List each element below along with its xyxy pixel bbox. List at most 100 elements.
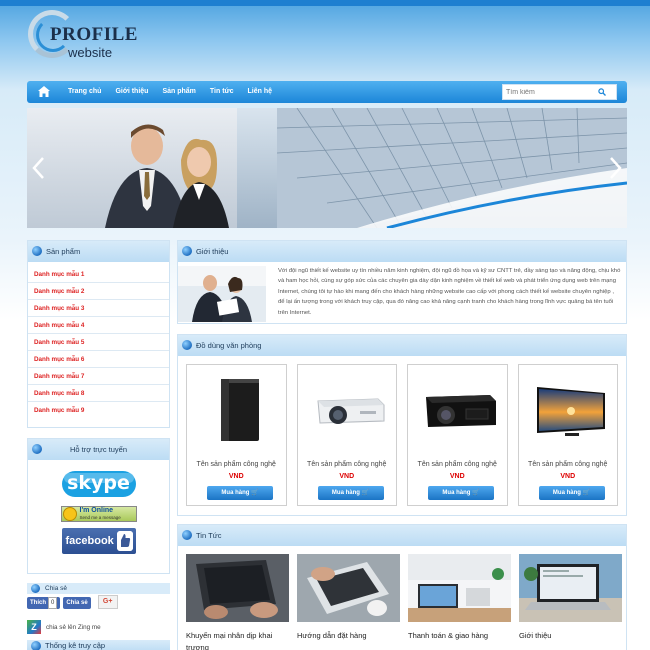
nav-item-about[interactable]: Giới thiệu (108, 81, 155, 103)
thumbs-up-icon (116, 531, 133, 551)
category-list: Danh mục mẫu 1 Danh mục mẫu 2 Danh mục m… (28, 262, 169, 419)
slider-prev-arrow[interactable] (31, 156, 47, 180)
buy-label: Mua hàng (552, 490, 581, 496)
globe-icon (182, 530, 192, 540)
category-item[interactable]: Danh mục mẫu 8 (28, 385, 169, 402)
zing-icon: Z (27, 620, 41, 634)
product-card[interactable]: Tên sản phẩm công nghệ VND Mua hàng 🛒 (517, 364, 618, 506)
facebook-like-button[interactable]: Thích 0 (27, 597, 61, 609)
search-input[interactable] (503, 85, 593, 99)
nav-item-contact[interactable]: Liên hệ (241, 81, 280, 103)
category-item[interactable]: Danh mục mẫu 1 (28, 266, 169, 283)
nav-item-home[interactable]: Trang chủ (61, 81, 108, 103)
hero-banner (27, 108, 627, 228)
smiley-icon (62, 507, 77, 521)
building-graphic (237, 108, 627, 228)
cart-icon: 🛒 (582, 490, 591, 496)
intro-header: Giới thiệu (178, 241, 626, 262)
intro-text: Với đội ngũ thiết kế website uy tín nhiề… (278, 268, 621, 316)
product-name[interactable]: Tên sản phẩm công nghệ (187, 461, 286, 468)
globe-icon (31, 584, 40, 593)
zing-label: chia sẻ lên Zing me (46, 623, 101, 631)
yahoo-online-button[interactable]: I'm Online Send me a message (60, 506, 137, 522)
product-price: VND (449, 473, 465, 480)
category-item[interactable]: Danh mục mẫu 9 (28, 402, 169, 419)
category-item[interactable]: Danh mục mẫu 4 (28, 317, 169, 334)
tv-icon (536, 387, 605, 436)
category-item[interactable]: Danh mục mẫu 5 (28, 334, 169, 351)
main-nav: Trang chủ Giới thiệu Sản phẩm Tin tức Li… (27, 81, 627, 103)
stats-header: Thống kê truy cập (27, 640, 170, 650)
globe-icon (182, 340, 192, 350)
products-box: Đồ dùng văn phòng Tên sản phẩm công nghệ… (177, 334, 627, 516)
news-item[interactable]: Thanh toán & giao hàng (408, 554, 511, 650)
sidebar-support-header: Hỗ trợ trực tuyến (28, 439, 169, 460)
skype-label: skype (67, 472, 130, 494)
facebook-share-button[interactable]: Chia sẻ (63, 597, 91, 609)
news-item[interactable]: Giới thiệu (519, 554, 622, 650)
search-box (502, 84, 617, 100)
home-icon[interactable] (38, 86, 50, 97)
product-card[interactable]: Tên sản phẩm công nghệ VND Mua hàng 🛒 (186, 364, 287, 506)
intro-image (178, 266, 266, 322)
news-image (519, 554, 622, 622)
buy-label: Mua hàng (331, 490, 360, 496)
top-strip (0, 0, 650, 6)
search-icon[interactable] (598, 88, 606, 96)
product-price: VND (339, 473, 355, 480)
news-title-link[interactable]: Thanh toán & giao hàng (408, 630, 511, 642)
product-name[interactable]: Tên sản phẩm công nghệ (519, 461, 618, 468)
news-image (186, 554, 289, 622)
news-item[interactable]: Hướng dẫn đặt hàng (297, 554, 400, 650)
product-name[interactable]: Tên sản phẩm công nghệ (298, 461, 397, 468)
intro-body: Với đội ngũ thiết kế website uy tín nhiề… (178, 262, 626, 326)
projector-black-icon (426, 395, 496, 427)
logo-text-website: website (68, 45, 113, 60)
zing-share[interactable]: Z chia sẻ lên Zing me (27, 620, 101, 634)
buy-button[interactable]: Mua hàng 🛒 (538, 486, 605, 500)
slider-next-arrow[interactable] (607, 156, 623, 180)
category-item[interactable]: Danh mục mẫu 6 (28, 351, 169, 368)
globe-icon (31, 641, 41, 650)
news-title-link[interactable]: Giới thiệu (519, 630, 622, 642)
products-title: Đồ dùng văn phòng (196, 341, 262, 350)
like-label: Thích (30, 600, 46, 606)
like-count: 0 (48, 597, 58, 609)
google-plus-button[interactable]: G+ (97, 595, 118, 609)
intro-box: Giới thiệu Với đội ngũ thiết kế website … (177, 240, 627, 324)
news-header: Tin Tức (178, 525, 626, 546)
product-card[interactable]: Tên sản phẩm công nghệ VND Mua hàng 🛒 (296, 364, 397, 506)
news-list: Khuyến mại nhân dịp khai trương Hướng dẫ… (178, 546, 626, 650)
product-price: VND (228, 473, 244, 480)
nav-item-products[interactable]: Sản phẩm (155, 81, 202, 103)
news-title-link[interactable]: Khuyến mại nhân dịp khai trương (186, 630, 289, 650)
facebook-button[interactable]: facebook (61, 528, 136, 554)
product-card[interactable]: Tên sản phẩm công nghệ VND Mua hàng 🛒 (407, 364, 508, 506)
buy-button[interactable]: Mua hàng 🛒 (428, 486, 494, 500)
projector-icon (316, 398, 384, 424)
buy-button[interactable]: Mua hàng 🛒 (317, 486, 384, 500)
site-logo[interactable]: PROFILE website (28, 10, 148, 62)
share-header: Chia sẻ (27, 583, 170, 594)
news-item[interactable]: Khuyến mại nhân dịp khai trương (186, 554, 289, 650)
intro-title: Giới thiệu (196, 247, 229, 256)
skype-button[interactable]: skype (61, 468, 137, 500)
speaker-icon (221, 379, 259, 441)
nav-items: Trang chủ Giới thiệu Sản phẩm Tin tức Li… (61, 81, 279, 103)
news-title-link[interactable]: Hướng dẫn đặt hàng (297, 630, 400, 642)
business-people-graphic (105, 124, 229, 228)
sidebar-support-title: Hỗ trợ trực tuyến (69, 445, 128, 454)
nav-item-news[interactable]: Tin tức (203, 81, 241, 103)
product-name[interactable]: Tên sản phẩm công nghệ (408, 461, 507, 468)
globe-icon (32, 246, 42, 256)
product-price: VND (560, 473, 576, 480)
category-item[interactable]: Danh mục mẫu 7 (28, 368, 169, 385)
buy-button[interactable]: Mua hàng 🛒 (207, 486, 273, 500)
news-title: Tin Tức (196, 531, 222, 540)
category-item[interactable]: Danh mục mẫu 2 (28, 283, 169, 300)
category-item[interactable]: Danh mục mẫu 3 (28, 300, 169, 317)
news-image (297, 554, 400, 622)
globe-icon (32, 444, 42, 454)
buy-label: Mua hàng (442, 490, 471, 496)
facebook-label: facebook (65, 535, 114, 547)
